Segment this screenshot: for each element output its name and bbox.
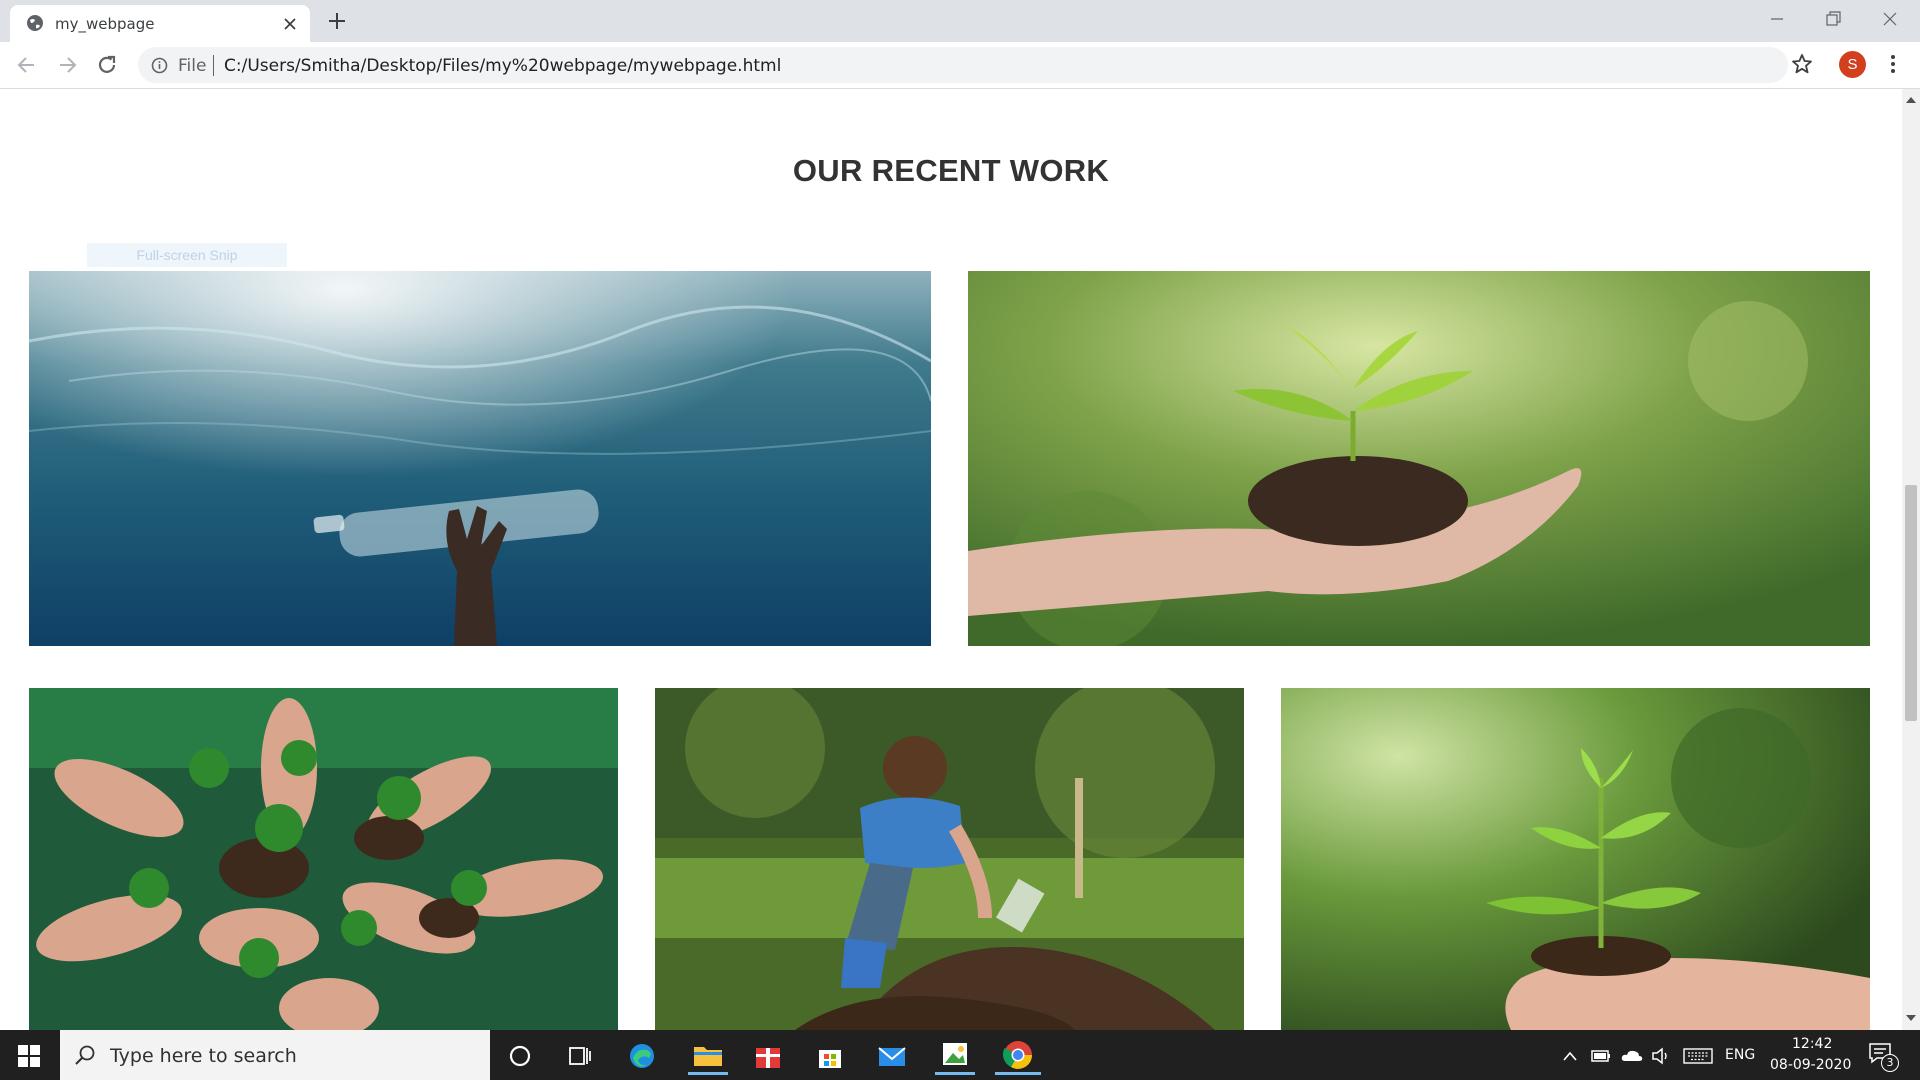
photo-app-icon	[943, 1043, 967, 1065]
close-tab-icon[interactable]	[282, 16, 298, 32]
taskbar-search-box[interactable]: Type here to search	[60, 1030, 490, 1080]
browser-tab[interactable]: my_webpage	[10, 5, 310, 42]
section-title: OUR RECENT WORK	[792, 153, 1110, 188]
menu-kebab-icon[interactable]	[1888, 52, 1898, 76]
mail-icon[interactable]	[875, 1040, 909, 1072]
vertical-scrollbar[interactable]	[1902, 89, 1920, 1030]
minimize-icon[interactable]	[1766, 8, 1788, 30]
edge-icon[interactable]	[625, 1040, 659, 1072]
info-icon[interactable]	[151, 57, 168, 74]
gift-app-icon[interactable]	[751, 1040, 785, 1072]
battery-icon[interactable]	[1590, 1046, 1612, 1066]
photo-hands-with-plants	[29, 688, 618, 1030]
language-indicator[interactable]: ENG	[1725, 1047, 1755, 1063]
file-explorer-icon	[694, 1047, 722, 1066]
windows-start-icon[interactable]	[18, 1045, 40, 1067]
file-explorer-button[interactable]	[688, 1035, 728, 1075]
photo-app-button[interactable]	[935, 1035, 975, 1075]
tab-strip: my_webpage	[0, 0, 1920, 42]
address-separator	[213, 55, 214, 76]
active-indicator	[935, 1072, 975, 1075]
scroll-up-arrow-icon[interactable]	[1906, 95, 1916, 103]
volume-icon[interactable]	[1650, 1046, 1672, 1066]
scheme-label: File	[178, 56, 207, 76]
photo-seedling-in-hand	[968, 271, 1870, 646]
store-icon[interactable]	[813, 1040, 847, 1072]
new-tab-icon[interactable]	[326, 10, 348, 32]
chrome-button[interactable]	[995, 1035, 1041, 1075]
notification-center-button[interactable]: 3	[1868, 1042, 1900, 1072]
chrome-icon	[1002, 1041, 1032, 1069]
clock-time[interactable]: 12:42	[1792, 1036, 1832, 1052]
active-indicator	[688, 1072, 728, 1075]
close-window-icon[interactable]	[1879, 8, 1901, 30]
address-bar[interactable]: File C:/Users/Smitha/Desktop/Files/my%20…	[138, 47, 1788, 83]
active-indicator	[995, 1072, 1041, 1075]
onedrive-cloud-icon[interactable]	[1620, 1046, 1644, 1066]
reload-icon[interactable]	[94, 52, 120, 78]
search-icon	[75, 1045, 95, 1065]
profile-avatar[interactable]: S	[1839, 51, 1866, 78]
page-viewport: OUR RECENT WORK Full-screen Snip	[0, 89, 1902, 1030]
chevron-up-icon[interactable]	[1562, 1046, 1578, 1066]
globe-icon	[27, 15, 43, 31]
clock-date[interactable]: 08-09-2020	[1770, 1057, 1851, 1073]
search-placeholder: Type here to search	[110, 1045, 297, 1067]
bookmark-star-icon[interactable]	[1790, 52, 1814, 76]
keyboard-icon[interactable]	[1683, 1046, 1713, 1066]
forward-icon[interactable]	[54, 52, 80, 78]
back-icon[interactable]	[14, 52, 40, 78]
cortana-icon[interactable]	[503, 1040, 537, 1072]
tab-title: my_webpage	[55, 15, 155, 33]
windows-taskbar: Type here to search ENG 12:42 08-09-2020…	[0, 1030, 1920, 1080]
photo-child-planting-tree	[655, 688, 1244, 1030]
url-text[interactable]: C:/Users/Smitha/Desktop/Files/my%20webpa…	[224, 56, 781, 76]
snip-overlay-label: Full-screen Snip	[87, 243, 287, 267]
photo-bottle-underwater	[29, 271, 931, 646]
photo-sapling-in-hands	[1281, 688, 1870, 1030]
scrollbar-thumb[interactable]	[1905, 485, 1917, 721]
notification-count-badge: 3	[1881, 1054, 1899, 1072]
browser-toolbar: File C:/Users/Smitha/Desktop/Files/my%20…	[0, 42, 1920, 89]
restore-icon[interactable]	[1822, 8, 1844, 30]
scroll-down-arrow-icon[interactable]	[1906, 1015, 1916, 1023]
task-view-icon[interactable]	[563, 1040, 597, 1072]
